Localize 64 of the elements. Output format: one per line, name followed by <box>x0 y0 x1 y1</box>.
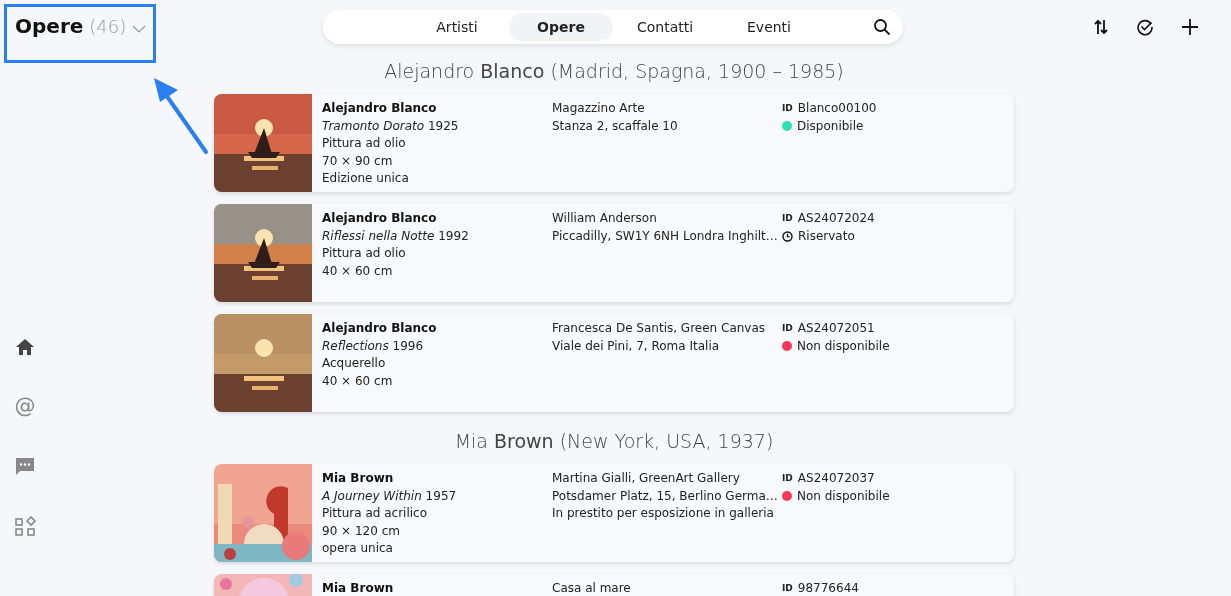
artwork-id: AS24072037 <box>797 470 875 487</box>
search-icon[interactable] <box>873 18 891 36</box>
artist-name: Mia Brown <box>322 470 395 487</box>
artist-name: Alejandro Blanco <box>322 320 438 337</box>
artist-name: Mia Brown <box>322 580 395 596</box>
location-text: Casa al mare <box>552 580 632 596</box>
location-text: Francesca De Santis, Green Canvas <box>552 320 767 337</box>
check-circle-icon[interactable] <box>1136 18 1154 36</box>
artwork-detail: 70 × 90 cm <box>322 152 394 170</box>
chat-icon[interactable] <box>15 456 35 476</box>
artwork-detail: Pittura ad olio <box>322 135 407 152</box>
add-icon[interactable] <box>1181 18 1199 36</box>
nav-tab[interactable]: Eventi <box>717 13 821 41</box>
artwork-title: Reflections 1996 <box>322 337 425 355</box>
id-label: ID <box>782 582 793 595</box>
page-title-dropdown[interactable]: Opere (46) <box>15 14 315 40</box>
artwork-detail: Acquerello <box>322 355 387 372</box>
id-label: ID <box>782 102 793 115</box>
nav-tab[interactable]: Artisti <box>405 13 509 41</box>
nav-tab[interactable]: Contatti <box>613 13 717 41</box>
artist-name: Alejandro Blanco <box>322 100 438 117</box>
artwork-id: AS24072051 <box>797 320 875 337</box>
artwork-card[interactable]: Alejandro Blanco Tramonto Dorato 1925 Pittura ad olio 70 × 90 cm Edizione unica Magazzino Arte Stanza 2, scaffale 10 ID Blanco00100 Disponibile <box>214 94 1014 192</box>
artwork-card[interactable]: Alejandro Blanco Riflessi nella Notte 1992 Pittura ad olio 40 × 60 cm William Anderson Piccadilly, SW1Y 6NH Londra Inghilt… ID AS24072024 Riservato <box>214 204 1014 302</box>
artwork-detail: 40 × 60 cm <box>322 262 394 280</box>
sort-icon[interactable] <box>1093 18 1109 36</box>
location-text: Magazzino Arte <box>552 100 646 117</box>
location-text: Stanza 2, scaffale 10 <box>552 117 679 135</box>
artwork-card[interactable]: Alejandro Blanco Reflections 1996 Acquerello 40 × 60 cm Francesca De Santis, Green Canvas Viale dei Pini, 7, Roma Italia ID AS24072051 Non disponibile <box>214 314 1014 412</box>
location-text: Potsdamer Platz, 15, Berlino Germa… <box>552 487 779 505</box>
clock-icon <box>782 230 793 242</box>
artwork-id: AS24072024 <box>797 210 875 227</box>
artist-heading: Alejandro Blanco (Madrid, Spagna, 1900 – 1985) <box>383 60 845 82</box>
artwork-detail: 40 × 60 cm <box>322 372 394 390</box>
artist-heading: Mia Brown (New York, USA, 1937) <box>453 430 775 452</box>
status-label: Non disponibile <box>797 337 890 355</box>
artwork-id: Blanco00100 <box>797 100 877 117</box>
artwork-detail: 90 × 120 cm <box>322 522 401 540</box>
location-text: William Anderson <box>552 210 658 227</box>
nav-tab[interactable]: Opere <box>509 13 613 41</box>
id-label: ID <box>782 322 793 335</box>
id-label: ID <box>782 472 793 485</box>
artwork-title: Tramonto Dorato 1925 <box>322 117 460 135</box>
artwork-card[interactable]: Mia Brown Casa al mare ID 98776644 <box>214 574 1014 596</box>
artwork-detail: opera unica <box>322 540 394 557</box>
artist-name: Alejandro Blanco <box>322 210 438 227</box>
status-label: Disponibile <box>797 117 864 135</box>
artwork-card[interactable] <box>214 464 1014 562</box>
artwork-detail: Pittura ad acrilico <box>322 505 429 522</box>
artwork-id: 98776644 <box>797 580 859 596</box>
artwork-detail: Edizione unica <box>322 170 410 187</box>
id-label: ID <box>782 212 793 225</box>
artwork-title: Riflessi nella Notte 1992 <box>322 227 470 245</box>
status-label: Riservato <box>798 227 855 245</box>
status-label: Non disponibile <box>797 487 890 505</box>
location-text: Martina Gialli, GreenArt Gallery <box>552 470 741 487</box>
location-text: In prestito per esposizione in galleria <box>552 505 775 522</box>
artwork-title: A Journey Within 1957 <box>322 487 458 505</box>
location-text: Piccadilly, SW1Y 6NH Londra Inghilt… <box>552 227 779 245</box>
location-text: Viale dei Pini, 7, Roma Italia <box>552 337 721 355</box>
chevron-down-icon <box>132 25 147 33</box>
artwork-detail: Pittura ad olio <box>322 245 407 262</box>
home-icon[interactable] <box>15 338 35 356</box>
apps-icon[interactable] <box>14 516 36 537</box>
